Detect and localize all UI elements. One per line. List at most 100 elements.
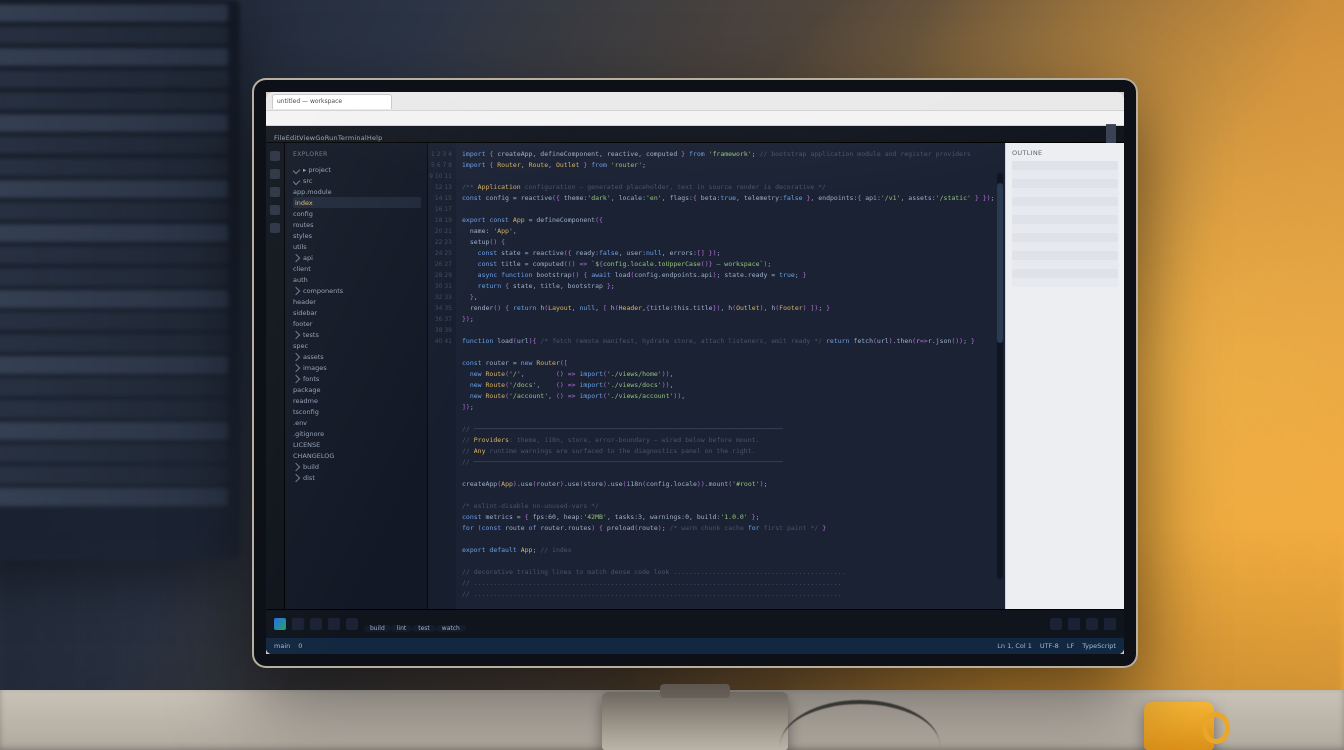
explorer-item[interactable]: assets [293, 351, 421, 362]
explorer-item[interactable]: package [293, 384, 421, 395]
outline-row[interactable] [1012, 224, 1118, 233]
explorer-item[interactable]: styles [293, 230, 421, 241]
taskbar-icon[interactable] [1050, 618, 1062, 630]
explorer-item[interactable]: sidebar [293, 307, 421, 318]
explorer-item[interactable]: header [293, 296, 421, 307]
status-language[interactable]: TypeScript [1082, 642, 1116, 650]
outline-row[interactable] [1012, 161, 1118, 170]
explorer-item[interactable]: api [293, 252, 421, 263]
taskbar-icon[interactable] [1086, 618, 1098, 630]
explorer-item[interactable]: .gitignore [293, 428, 421, 439]
code-editor[interactable]: 1 2 3 4 5 6 7 8 9 10 11 12 13 14 15 16 1… [428, 143, 1005, 609]
explorer-item[interactable]: images [293, 362, 421, 373]
menu-view[interactable]: View [299, 134, 315, 142]
outline-row[interactable] [1012, 179, 1118, 188]
explorer-item[interactable]: readme [293, 395, 421, 406]
chevron-icon [293, 352, 300, 360]
explorer-item[interactable]: app.module [293, 186, 421, 197]
taskbar-pill-test[interactable]: test [412, 625, 436, 632]
explorer-item[interactable]: config [293, 208, 421, 219]
taskbar-icon[interactable] [1104, 618, 1116, 630]
taskbar-icon[interactable] [310, 618, 322, 630]
scrollbar-thumb[interactable] [997, 183, 1003, 343]
explorer-item[interactable]: fonts [293, 373, 421, 384]
explorer-item[interactable]: utils [293, 241, 421, 252]
extensions-icon[interactable] [270, 223, 280, 233]
outline-panel[interactable]: Outline [1005, 143, 1124, 609]
status-problems[interactable]: 0 [298, 642, 302, 650]
explorer-item-label: src [303, 177, 313, 185]
editor-content[interactable]: import { createApp, defineComponent, rea… [456, 143, 1005, 609]
menu-terminal[interactable]: Terminal [338, 134, 367, 142]
browser-address-bar[interactable] [266, 110, 1124, 126]
browser-tab[interactable]: untitled — workspace [272, 94, 392, 109]
menu-edit[interactable]: Edit [286, 134, 299, 142]
outline-row[interactable] [1012, 233, 1118, 242]
explorer-item-label: config [293, 210, 313, 218]
explorer-item[interactable]: tsconfig [293, 406, 421, 417]
explorer-item-label: auth [293, 276, 308, 284]
chevron-icon [293, 330, 300, 338]
status-lncol[interactable]: Ln 1, Col 1 [997, 642, 1032, 650]
explorer-item[interactable]: .env [293, 417, 421, 428]
taskbar-pill-watch[interactable]: watch [436, 625, 466, 632]
outline-row[interactable] [1012, 188, 1118, 197]
debug-icon[interactable] [270, 205, 280, 215]
explorer-item-label: api [303, 254, 313, 262]
activity-bar[interactable] [266, 143, 285, 609]
menu-go[interactable]: Go [315, 134, 324, 142]
explorer-item-label: index [295, 199, 313, 207]
explorer-item-label: styles [293, 232, 312, 240]
taskbar-icon[interactable] [328, 618, 340, 630]
status-eol[interactable]: LF [1067, 642, 1074, 650]
menu-file[interactable]: File [274, 134, 286, 142]
outline-row[interactable] [1012, 197, 1118, 206]
explorer-item[interactable]: ▸ project [293, 164, 421, 175]
explorer-item[interactable]: CHANGELOG [293, 450, 421, 461]
taskbar-app-icon[interactable] [274, 618, 286, 630]
explorer-item[interactable]: spec [293, 340, 421, 351]
taskbar-pill-build[interactable]: build [364, 625, 391, 632]
ide-taskbar[interactable]: buildlinttestwatch [266, 609, 1124, 638]
scm-icon[interactable] [270, 187, 280, 197]
explorer-item[interactable]: routes [293, 219, 421, 230]
explorer-item[interactable]: footer [293, 318, 421, 329]
outline-row[interactable] [1012, 242, 1118, 251]
outline-row[interactable] [1012, 215, 1118, 224]
taskbar-icon[interactable] [346, 618, 358, 630]
status-bar[interactable]: main 0 Ln 1, Col 1 UTF-8 LF TypeScript [266, 638, 1124, 654]
editor-scrollbar[interactable] [997, 173, 1003, 579]
taskbar-pill-lint[interactable]: lint [391, 625, 413, 632]
search-icon[interactable] [270, 169, 280, 179]
explorer-item-label: images [303, 364, 327, 372]
more-icon[interactable] [1114, 124, 1116, 145]
explorer-item-label: .env [293, 419, 307, 427]
explorer-item[interactable]: tests [293, 329, 421, 340]
status-branch[interactable]: main [274, 642, 290, 650]
browser-tabstrip[interactable]: untitled — workspace [266, 92, 1124, 110]
explorer-panel[interactable]: Explorer ▸ project src app.module index … [285, 143, 428, 609]
menu-help[interactable]: Help [367, 134, 383, 142]
status-encoding[interactable]: UTF-8 [1040, 642, 1059, 650]
explorer-item[interactable]: dist [293, 472, 421, 483]
outline-header: Outline [1012, 149, 1118, 157]
files-icon[interactable] [270, 151, 280, 161]
outline-row[interactable] [1012, 269, 1118, 278]
explorer-item[interactable]: src [293, 175, 421, 186]
menu-run[interactable]: Run [325, 134, 338, 142]
explorer-item[interactable]: build [293, 461, 421, 472]
outline-row[interactable] [1012, 278, 1118, 287]
explorer-item[interactable]: components [293, 285, 421, 296]
explorer-item[interactable]: LICENSE [293, 439, 421, 450]
taskbar-icon[interactable] [1068, 618, 1080, 630]
outline-row[interactable] [1012, 260, 1118, 269]
taskbar-icon[interactable] [292, 618, 304, 630]
explorer-item-label: header [293, 298, 316, 306]
outline-row[interactable] [1012, 206, 1118, 215]
outline-row[interactable] [1012, 251, 1118, 260]
explorer-item[interactable]: auth [293, 274, 421, 285]
explorer-item-label: CHANGELOG [293, 452, 334, 460]
explorer-item[interactable]: index [293, 197, 421, 208]
outline-row[interactable] [1012, 170, 1118, 179]
explorer-item[interactable]: client [293, 263, 421, 274]
